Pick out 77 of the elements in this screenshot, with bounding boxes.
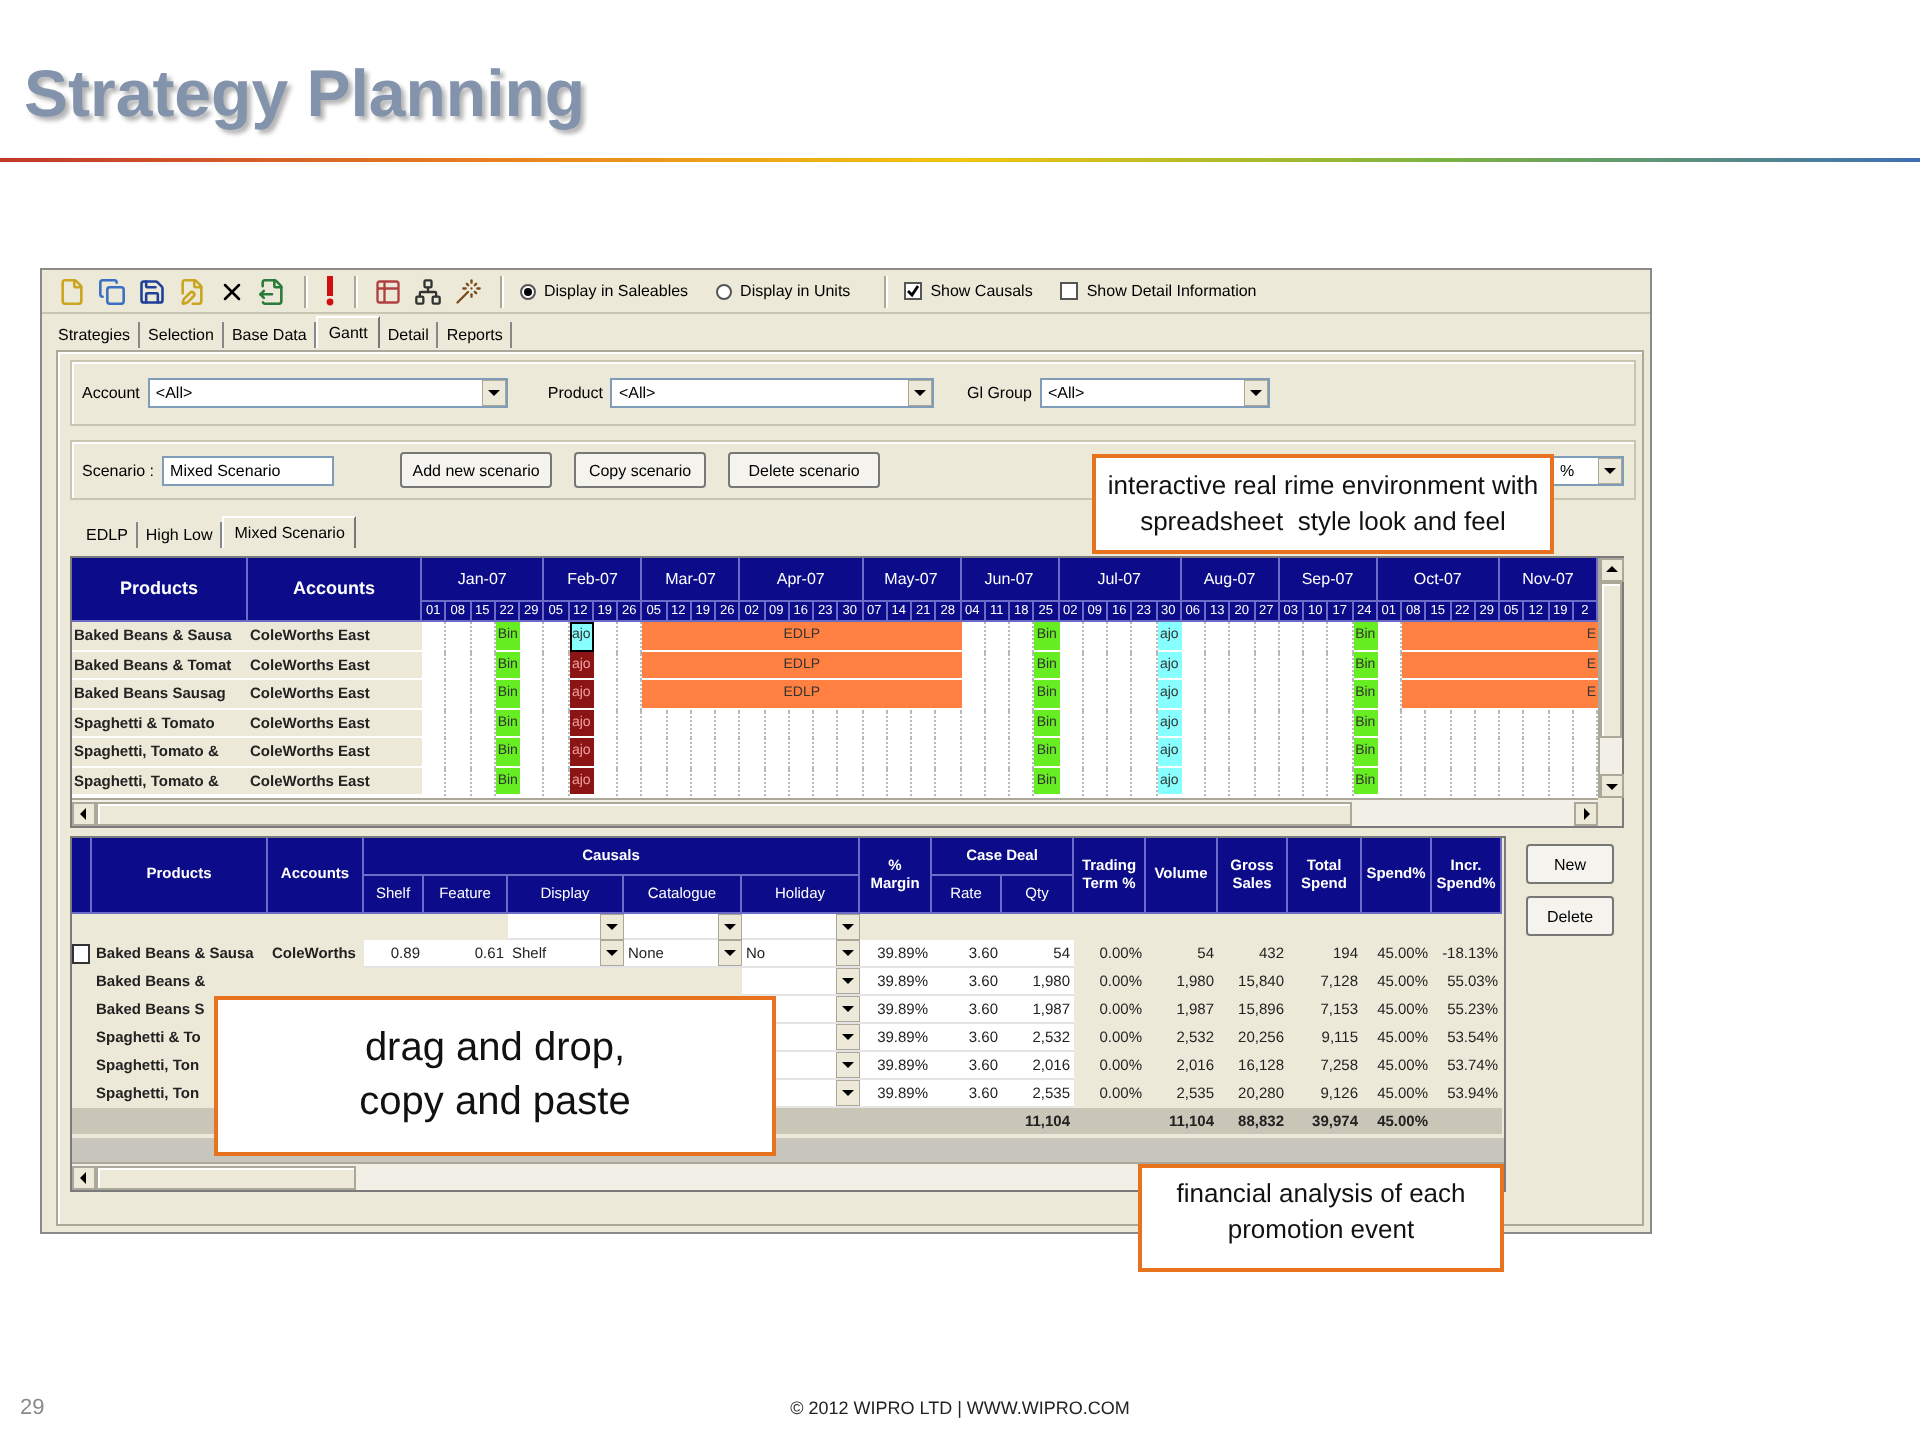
toggle-option[interactable]: Show Causals (904, 282, 1033, 300)
slide-title: Strategy Planning (24, 56, 586, 132)
scroll-up-button[interactable] (1600, 558, 1624, 582)
scrollbar-thumb[interactable] (96, 801, 1352, 825)
column-header: Accounts (248, 558, 422, 622)
month-header: Oct-07 (1377, 558, 1500, 602)
column-header: Products (72, 558, 248, 622)
checkbox[interactable] (1060, 282, 1079, 300)
scroll-left-button[interactable] (72, 1165, 96, 1189)
caret-icon (600, 913, 624, 939)
caret-icon (836, 913, 860, 939)
month-header: May-07 (863, 558, 961, 602)
exclamation-icon[interactable] (324, 276, 336, 306)
tab[interactable]: Detail (379, 322, 439, 348)
unit-dropdown[interactable]: % (1552, 455, 1624, 485)
action-button[interactable]: Delete (1526, 896, 1614, 936)
display-option[interactable]: Display in Units (716, 282, 851, 300)
copy-icon[interactable] (98, 277, 126, 305)
display-option[interactable]: Display in Saleables (520, 282, 689, 300)
month-header: Sep-07 (1279, 558, 1378, 602)
radio-indicator[interactable] (716, 283, 733, 299)
header-cell (72, 838, 92, 914)
callout-note: interactive real rime environment with spreadsheet style look and feel (1092, 454, 1554, 554)
caret-icon (836, 940, 860, 966)
tab[interactable]: EDLP (78, 522, 138, 548)
tab[interactable]: Mixed Scenario (222, 516, 357, 548)
month-header: Apr-07 (740, 558, 863, 602)
callout-note: financial analysis of each promotion event (1138, 1164, 1504, 1272)
toggle-option[interactable]: Show Detail Information (1060, 282, 1257, 300)
table-icon[interactable] (374, 277, 402, 305)
copyright-text: © 2012 WIPRO LTD | WWW.WIPRO.COM (790, 1398, 1130, 1418)
vertical-scrollbar[interactable] (1598, 558, 1622, 798)
radio-indicator[interactable] (520, 283, 536, 299)
checkbox[interactable] (904, 282, 923, 300)
tab[interactable]: Strategies (50, 322, 141, 348)
caret-icon (1598, 457, 1622, 483)
month-header: Jun-07 (961, 558, 1059, 602)
scenario-button[interactable]: Add new scenario (400, 452, 553, 488)
scroll-right-button[interactable] (1574, 801, 1598, 825)
callout-note: drag and drop, copy and paste (214, 996, 776, 1156)
month-header: Feb-07 (544, 558, 643, 602)
page-number: 29 (20, 1396, 45, 1420)
caret-icon (1243, 380, 1268, 406)
month-header: Mar-07 (642, 558, 741, 602)
month-header: Jul-07 (1059, 558, 1182, 602)
scrollbar-thumb[interactable] (1600, 582, 1622, 738)
row-selector[interactable] (72, 944, 90, 964)
filter-label: Product (547, 384, 603, 402)
month-header: Nov-07 (1500, 558, 1598, 602)
tab[interactable]: Gantt (316, 316, 380, 348)
filter-dropdown[interactable]: <All> (1039, 378, 1270, 408)
caret-icon (600, 940, 624, 966)
scrollbar-thumb[interactable] (96, 1165, 356, 1189)
horizontal-scrollbar[interactable] (72, 798, 1598, 826)
filter-dropdown[interactable]: <All> (147, 378, 508, 408)
caret-icon (718, 940, 742, 966)
filter-dropdown[interactable]: <All> (610, 378, 935, 408)
scroll-left-button[interactable] (72, 801, 96, 825)
caret-icon (718, 913, 742, 939)
scenario-button[interactable]: Delete scenario (728, 452, 881, 488)
filter-label: Account (82, 384, 140, 402)
scenario-button[interactable]: Copy scenario (574, 452, 707, 488)
scroll-down-button[interactable] (1600, 774, 1624, 798)
month-header: Aug-07 (1181, 558, 1280, 602)
wand-icon[interactable] (454, 277, 482, 305)
scenario-field[interactable]: Mixed Scenario (162, 455, 335, 485)
save-icon[interactable] (138, 277, 166, 305)
tab[interactable]: Reports (438, 322, 513, 348)
tab[interactable]: Selection (140, 322, 224, 348)
filter-label: Gl Group (966, 384, 1032, 402)
export-icon[interactable] (258, 277, 286, 305)
month-header: Jan-07 (422, 558, 545, 602)
action-button[interactable]: New (1526, 844, 1614, 884)
caret-icon (481, 380, 506, 406)
caret-icon (908, 380, 933, 406)
network-icon[interactable] (414, 277, 442, 305)
scenario-label: Scenario : (82, 461, 155, 479)
